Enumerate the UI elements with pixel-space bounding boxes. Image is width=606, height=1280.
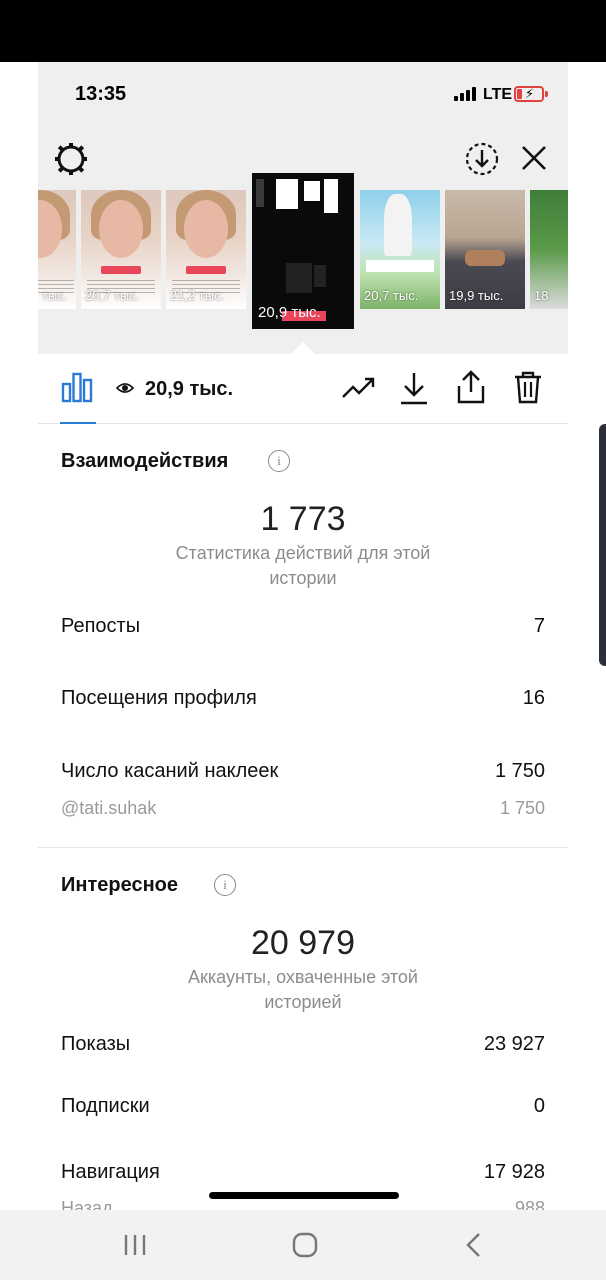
- story-thumb[interactable]: 21,2 тыс.: [166, 190, 246, 309]
- battery-icon: ⚡: [514, 86, 544, 102]
- share-icon[interactable]: [454, 369, 488, 405]
- toolbar-views: 20,9 тыс.: [145, 378, 234, 400]
- navigation-value: 17 928: [483, 1161, 545, 1183]
- close-icon[interactable]: [516, 140, 552, 176]
- settings-gear-icon[interactable]: [52, 140, 90, 178]
- back-label: Назад: [61, 1198, 113, 1210]
- battery-tip: [545, 91, 548, 97]
- recent-apps-icon[interactable]: [115, 1228, 155, 1262]
- impressions-value: 23 927: [483, 1033, 545, 1055]
- follows-value: 0: [533, 1095, 545, 1117]
- discovery-title: Интересное: [61, 874, 178, 896]
- insights-screen: 13:35 LTE ⚡ тыс. 20,7 тыс. 21,2 тыс. 20,…: [38, 62, 568, 1210]
- download-icon[interactable]: [398, 370, 430, 406]
- reposts-value: 7: [533, 615, 545, 637]
- sticker-account-label: @tati.suhak: [61, 798, 157, 818]
- trend-icon[interactable]: [341, 372, 377, 404]
- save-story-icon[interactable]: [463, 140, 501, 178]
- network-type: LTE: [483, 86, 513, 103]
- info-icon[interactable]: i: [268, 450, 290, 472]
- interactions-title: Взаимодействия: [61, 450, 229, 472]
- insights-toolbar: 20,9 тыс.: [38, 354, 568, 424]
- profile-visits-value: 16: [522, 687, 545, 709]
- story-thumb[interactable]: тыс.: [38, 190, 76, 309]
- reposts-label: Репосты: [61, 615, 141, 637]
- info-icon[interactable]: i: [214, 874, 236, 896]
- android-nav-bar: [0, 1210, 606, 1280]
- eye-icon: [116, 379, 134, 397]
- story-thumb[interactable]: 19,9 тыс.: [445, 190, 525, 309]
- navigation-label: Навигация: [61, 1161, 160, 1183]
- bar-chart-icon[interactable]: [60, 370, 94, 404]
- status-time: 13:35: [75, 83, 127, 105]
- story-thumb[interactable]: 18: [530, 190, 568, 309]
- back-arrow-icon[interactable]: [454, 1228, 494, 1262]
- interactions-total: 1 773: [260, 500, 346, 538]
- story-thumb[interactable]: 20,7 тыс.: [81, 190, 161, 309]
- section-divider: [38, 847, 568, 848]
- profile-visits-label: Посещения профиля: [61, 687, 257, 709]
- edge-panel-handle[interactable]: [599, 424, 606, 666]
- left-backdrop: [0, 62, 38, 1210]
- story-thumb[interactable]: 20,7 тыс.: [360, 190, 440, 309]
- signal-icon: [454, 87, 480, 101]
- active-tab-indicator: [60, 422, 96, 424]
- sticker-taps-label: Число касаний наклеек: [61, 760, 279, 782]
- sticker-taps-value: 1 750: [494, 760, 545, 782]
- discovery-total: 20 979: [251, 924, 355, 962]
- story-thumb-selected[interactable]: 20,9 тыс.: [252, 173, 354, 329]
- sticker-account-value: 1 750: [499, 798, 545, 818]
- home-indicator[interactable]: [209, 1192, 399, 1199]
- back-value: 988: [514, 1198, 545, 1210]
- interactions-caption: Статистика действий для этой истории: [175, 543, 431, 588]
- trash-icon[interactable]: [512, 369, 544, 405]
- discovery-caption: Аккаунты, охваченные этой историей: [188, 967, 418, 1012]
- follows-label: Подписки: [61, 1095, 150, 1117]
- home-button-icon[interactable]: [285, 1228, 325, 1262]
- status-bar: 13:35 LTE ⚡: [38, 62, 568, 126]
- top-black-bar: [0, 0, 606, 62]
- impressions-label: Показы: [61, 1033, 131, 1055]
